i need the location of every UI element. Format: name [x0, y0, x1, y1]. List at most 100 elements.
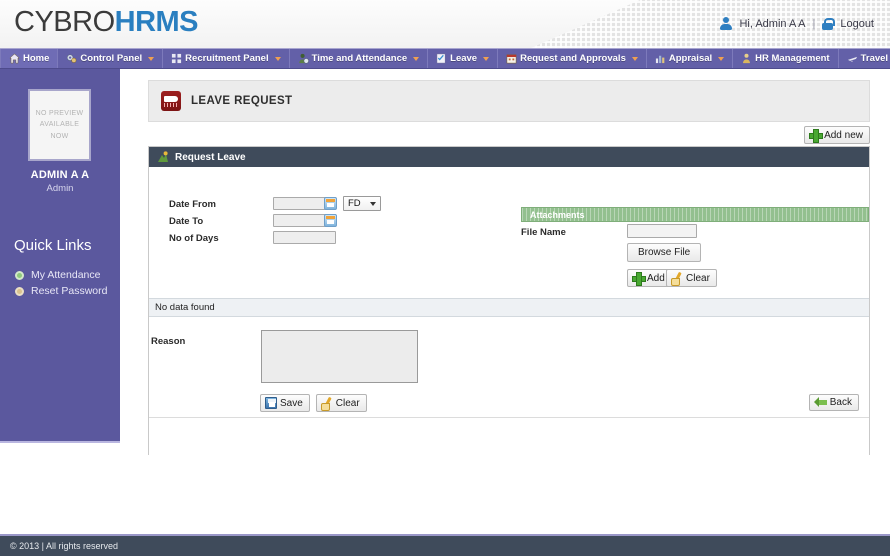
- form-actions: Save Clear: [260, 394, 367, 412]
- chevron-down-icon: [483, 56, 490, 61]
- file-name-input[interactable]: [627, 224, 697, 238]
- nav-label: Leave: [450, 53, 478, 64]
- duration-select[interactable]: FD: [343, 196, 381, 211]
- attachments-header: Attachments: [521, 207, 869, 222]
- file-name-label: File Name: [521, 227, 566, 238]
- attachments-empty-row: No data found: [149, 298, 869, 317]
- app-header: CYBROHRMS Hi, Admin A A | Logout: [0, 0, 890, 48]
- nav-item-home[interactable]: Home: [0, 49, 59, 68]
- logo-primary-text: CYBRO: [14, 6, 115, 38]
- back-button[interactable]: Back: [808, 394, 859, 411]
- logo-secondary-text: HRMS: [114, 6, 199, 38]
- nav-label: Control Panel: [80, 53, 143, 64]
- checklist-icon: [436, 53, 447, 64]
- main-content: LEAVE REQUEST Add new Request Leave Date…: [120, 69, 890, 534]
- avatar: NO PREVIEW AVAILABLE NOW: [28, 89, 91, 161]
- attachment-add-label: Add: [647, 272, 665, 284]
- save-icon: [265, 397, 277, 409]
- avatar-placeholder-text: NO PREVIEW AVAILABLE NOW: [35, 110, 84, 140]
- sidebar-user-name: ADMIN A A: [30, 169, 90, 181]
- browse-file-button[interactable]: Browse File: [627, 243, 702, 262]
- empty-message: No data found: [155, 302, 215, 313]
- greeting-text: Hi, Admin A A: [739, 17, 806, 30]
- grid-icon: [171, 53, 182, 64]
- save-button[interactable]: Save: [260, 394, 310, 412]
- calendar-icon: [506, 53, 517, 64]
- leave-request-icon: [161, 91, 181, 111]
- nav-label: Time and Attendance: [311, 53, 408, 64]
- gears-icon: [66, 53, 77, 64]
- attachments-title: Attachments: [530, 209, 585, 220]
- reason-textarea[interactable]: [261, 330, 418, 383]
- person-icon: [741, 53, 752, 64]
- nav-item-request-and-approvals[interactable]: Request and Approvals: [498, 49, 647, 68]
- add-new-label: Add new: [824, 129, 863, 141]
- eraser-icon: [671, 272, 683, 286]
- bullet-icon: [15, 286, 24, 296]
- header-user-area: Hi, Admin A A | Logout: [719, 17, 874, 30]
- nav-label: HR Management: [755, 53, 830, 64]
- add-new-button[interactable]: Add new: [804, 126, 870, 144]
- browse-file-label: Browse File: [638, 247, 691, 258]
- chevron-down-icon: [718, 56, 725, 61]
- header-separator: |: [812, 17, 816, 30]
- back-label: Back: [829, 397, 852, 408]
- nav-item-appraisal[interactable]: Appraisal: [647, 49, 734, 68]
- app-logo[interactable]: CYBROHRMS: [14, 6, 199, 39]
- nav-item-control-panel[interactable]: Control Panel: [58, 49, 164, 68]
- chevron-down-icon: [631, 56, 638, 61]
- nav-item-hr-management[interactable]: HR Management: [733, 49, 839, 68]
- sidebar-item-reset-password[interactable]: Reset Password: [15, 285, 107, 297]
- date-to-label: Date To: [169, 216, 204, 227]
- nav-item-time-and-attendance[interactable]: Time and Attendance: [290, 49, 429, 68]
- clear-label: Clear: [335, 397, 360, 409]
- save-label: Save: [280, 397, 303, 409]
- sidebar-user-role: Admin: [46, 183, 74, 194]
- panel-body: Date From FD Date To No of Days Attachme…: [149, 167, 869, 474]
- chevron-down-icon: [413, 56, 420, 61]
- nav-item-leave[interactable]: Leave: [428, 49, 499, 68]
- chevron-down-icon: [370, 202, 376, 206]
- app-footer: © 2013 | All rights reserved: [0, 534, 890, 556]
- page-title-bar: LEAVE REQUEST: [148, 80, 870, 122]
- chevron-down-icon: [274, 56, 281, 61]
- nav-item-travel-and-accommodation[interactable]: Travel and Accommodation: [839, 49, 890, 68]
- panel-header: Request Leave: [149, 147, 869, 167]
- nav-item-recruitment-panel[interactable]: Recruitment Panel: [163, 49, 290, 68]
- nav-label: Home: [23, 53, 50, 64]
- request-leave-panel: Request Leave Date From FD Date To No of…: [148, 146, 870, 474]
- calendar-picker-icon[interactable]: [324, 197, 337, 210]
- sidebar-item-label: My Attendance: [31, 269, 101, 281]
- person-clock-icon: [298, 53, 309, 64]
- add-new-wrapper: Add new: [804, 126, 870, 146]
- reason-label: Reason: [151, 336, 186, 347]
- eraser-icon: [320, 397, 333, 411]
- quick-links-title: Quick Links: [14, 237, 92, 254]
- attachment-clear-button[interactable]: Clear: [666, 269, 717, 287]
- lock-icon: [822, 17, 836, 30]
- sidebar-item-label: Reset Password: [31, 285, 108, 297]
- calendar-picker-icon[interactable]: [324, 214, 337, 227]
- sidebar-item-my-attendance[interactable]: My Attendance: [15, 269, 100, 281]
- application-window: CYBROHRMS Hi, Admin A A | Logout Home Co…: [0, 0, 890, 556]
- copyright-text: © 2013 | All rights reserved: [10, 541, 119, 551]
- bullet-icon: [15, 270, 24, 280]
- panel-divider: [149, 417, 869, 418]
- no-of-days-input[interactable]: [273, 231, 336, 244]
- user-icon: [719, 17, 733, 30]
- attachment-clear-label: Clear: [686, 272, 710, 284]
- back-arrow-icon: [813, 397, 827, 408]
- plus-icon: [632, 272, 646, 286]
- panel-heading: Request Leave: [175, 151, 246, 163]
- home-icon: [9, 53, 20, 64]
- no-of-days-label: No of Days: [169, 233, 219, 244]
- clear-button[interactable]: Clear: [315, 394, 367, 412]
- plus-icon: [809, 129, 824, 143]
- date-from-label: Date From: [169, 199, 216, 210]
- duration-selected-value: FD: [348, 198, 361, 209]
- logout-link[interactable]: Logout: [840, 18, 874, 30]
- nav-label: Request and Approvals: [520, 53, 626, 64]
- page-title: LEAVE REQUEST: [191, 95, 293, 107]
- chevron-down-icon: [148, 56, 155, 61]
- sidebar: NO PREVIEW AVAILABLE NOW ADMIN A A Admin…: [0, 69, 120, 443]
